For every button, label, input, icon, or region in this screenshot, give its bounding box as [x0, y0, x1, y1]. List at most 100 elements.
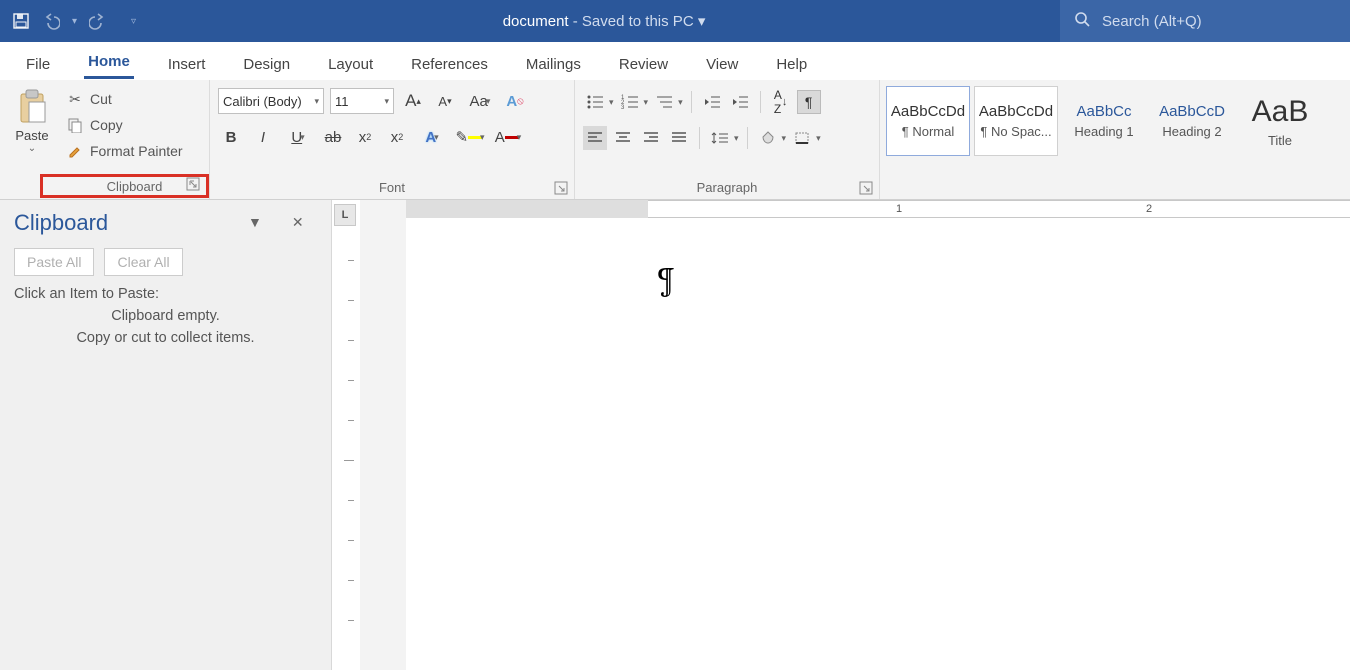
bold-button[interactable]: B	[218, 124, 244, 150]
multilevel-button[interactable]	[652, 90, 676, 114]
align-right-button[interactable]	[639, 126, 663, 150]
style-normal[interactable]: AaBbCcDd ¶ Normal	[886, 86, 970, 156]
pane-empty-2: Copy or cut to collect items.	[14, 330, 317, 346]
sort-button[interactable]: AZ↓	[769, 90, 793, 114]
shading-button[interactable]	[756, 126, 780, 150]
group-font: Calibri (Body)▾ 11▾ A▴ A▾ Aa▾ A⦸ B I U▾ …	[210, 80, 575, 199]
pane-close-icon[interactable]: ✕	[292, 214, 304, 231]
format-painter-label: Format Painter	[90, 143, 183, 159]
group-styles: AaBbCcDd ¶ Normal AaBbCcDd ¶ No Spac... …	[880, 80, 1350, 199]
clear-all-button[interactable]: Clear All	[104, 248, 182, 276]
group-paragraph: ▾ 123▾ ▾ AZ↓ ¶ ▾	[575, 80, 880, 199]
save-status: Saved to this PC	[582, 13, 694, 30]
horizontal-ruler[interactable]: 1 2	[406, 200, 1350, 220]
tab-view[interactable]: View	[702, 48, 742, 79]
tab-insert[interactable]: Insert	[164, 48, 210, 79]
undo-icon[interactable]	[42, 12, 60, 30]
superscript-button[interactable]: x2	[384, 124, 410, 150]
justify-button[interactable]	[667, 126, 691, 150]
undo-dropdown-icon[interactable]: ▾	[72, 16, 77, 27]
pane-empty-1: Clipboard empty.	[14, 308, 317, 324]
ribbon-tabs: File Home Insert Design Layout Reference…	[0, 42, 1350, 80]
paragraph-mark: ¶	[656, 260, 676, 300]
document-page[interactable]: ¶	[406, 220, 1350, 670]
search-bar[interactable]: Search (Alt+Q)	[1060, 0, 1350, 42]
font-launcher-icon[interactable]	[554, 181, 568, 195]
tab-design[interactable]: Design	[239, 48, 294, 79]
font-size-combo[interactable]: 11▾	[330, 88, 394, 114]
gutter	[360, 200, 406, 670]
style-heading1[interactable]: AaBbCc Heading 1	[1062, 86, 1146, 156]
borders-button[interactable]	[790, 126, 814, 150]
subscript-button[interactable]: x2	[352, 124, 378, 150]
change-case-button[interactable]: Aa▾	[464, 88, 496, 114]
paste-button[interactable]: Paste ⌄	[8, 84, 56, 154]
clear-formatting-button[interactable]: A⦸	[502, 88, 528, 114]
style-heading2[interactable]: AaBbCcD Heading 2	[1150, 86, 1234, 156]
workspace: Clipboard ▼ ✕ Paste All Clear All Click …	[0, 200, 1350, 670]
align-left-button[interactable]	[583, 126, 607, 150]
group-label-paragraph: Paragraph	[575, 175, 879, 199]
svg-text:3: 3	[621, 105, 625, 110]
group-label-styles	[880, 156, 1350, 180]
pane-hint: Click an Item to Paste:	[14, 286, 317, 302]
tab-help[interactable]: Help	[772, 48, 811, 79]
tab-references[interactable]: References	[407, 48, 492, 79]
shrink-font-button[interactable]: A▾	[432, 88, 458, 114]
tab-review[interactable]: Review	[615, 48, 672, 79]
underline-button[interactable]: U▾	[282, 124, 314, 150]
decrease-indent-button[interactable]	[700, 90, 724, 114]
tab-selector-icon[interactable]: L	[334, 204, 356, 226]
bullets-button[interactable]	[583, 90, 607, 114]
font-color-button[interactable]: A▾	[492, 124, 524, 150]
paste-all-button[interactable]: Paste All	[14, 248, 94, 276]
scissors-icon: ✂	[66, 90, 84, 108]
tab-mailings[interactable]: Mailings	[522, 48, 585, 79]
text-effects-button[interactable]: A▾	[416, 124, 448, 150]
window-title: document - Saved to this PC ▾	[148, 12, 1060, 30]
group-label-clipboard: Clipboard	[40, 174, 209, 198]
italic-button[interactable]: I	[250, 124, 276, 150]
qat-customize-icon[interactable]: ▿	[131, 16, 136, 27]
format-painter-button[interactable]: Format Painter	[66, 142, 183, 160]
copy-button[interactable]: Copy	[66, 116, 183, 134]
vertical-ruler[interactable]: L	[332, 200, 360, 670]
font-name-combo[interactable]: Calibri (Body)▾	[218, 88, 324, 114]
clipboard-pane: Clipboard ▼ ✕ Paste All Clear All Click …	[0, 200, 332, 670]
show-marks-button[interactable]: ¶	[797, 90, 821, 114]
strikethrough-button[interactable]: ab	[320, 124, 346, 150]
paragraph-launcher-icon[interactable]	[859, 181, 873, 195]
style-title[interactable]: AaB Title	[1238, 86, 1322, 156]
pane-options-icon[interactable]: ▼	[248, 214, 262, 231]
cut-button[interactable]: ✂ Cut	[66, 90, 183, 108]
paintbrush-icon	[66, 142, 84, 160]
doc-name: document	[503, 13, 569, 30]
group-clipboard: Paste ⌄ ✂ Cut Copy Form	[0, 80, 210, 199]
search-placeholder: Search (Alt+Q)	[1102, 13, 1202, 30]
quick-access-toolbar: ▾ ▿	[0, 12, 148, 30]
redo-icon[interactable]	[89, 12, 107, 30]
tab-file[interactable]: File	[22, 48, 54, 79]
ribbon: Paste ⌄ ✂ Cut Copy Form	[0, 80, 1350, 200]
cut-label: Cut	[90, 91, 112, 107]
line-spacing-button[interactable]	[708, 126, 732, 150]
increase-indent-button[interactable]	[728, 90, 752, 114]
search-icon	[1074, 11, 1090, 31]
numbering-button[interactable]: 123	[618, 90, 642, 114]
document-area: L 1 2 ¶	[332, 200, 1350, 670]
grow-font-button[interactable]: A▴	[400, 88, 426, 114]
copy-label: Copy	[90, 117, 123, 133]
copy-icon	[66, 116, 84, 134]
paste-label: Paste	[15, 128, 48, 143]
highlight-button[interactable]: ✎▾	[454, 124, 486, 150]
title-bar: ▾ ▿ document - Saved to this PC ▾ Search…	[0, 0, 1350, 42]
paste-icon	[15, 88, 49, 126]
tab-layout[interactable]: Layout	[324, 48, 377, 79]
group-label-font: Font	[210, 175, 574, 199]
save-icon[interactable]	[12, 12, 30, 30]
align-center-button[interactable]	[611, 126, 635, 150]
style-no-spacing[interactable]: AaBbCcDd ¶ No Spac...	[974, 86, 1058, 156]
tab-home[interactable]: Home	[84, 45, 134, 79]
chevron-down-icon[interactable]: ⌄	[28, 143, 36, 154]
clipboard-launcher-icon[interactable]	[186, 177, 200, 191]
